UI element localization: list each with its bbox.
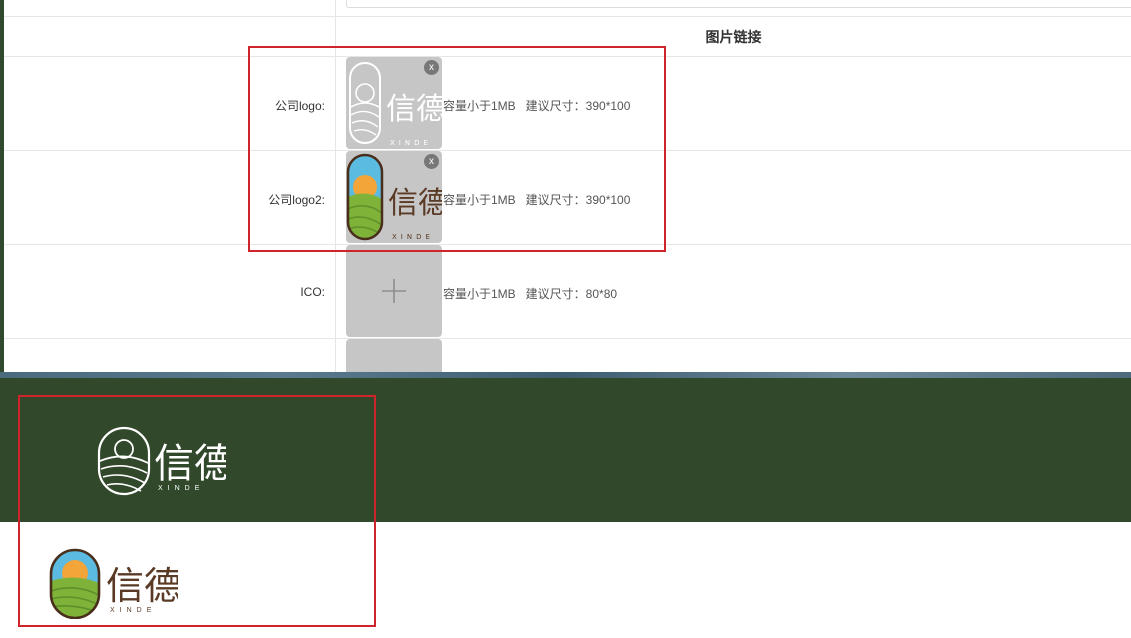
svg-text:XINDE: XINDE xyxy=(392,233,434,241)
ico-label: ICO: xyxy=(300,285,325,299)
company-logo2-thumbnail[interactable]: 信德 XINDE x xyxy=(346,151,442,243)
company-logo-hint: 容量小于1MB 建议尺寸：390*100 xyxy=(443,99,631,113)
svg-text:XINDE: XINDE xyxy=(390,139,432,147)
previous-field-input[interactable] xyxy=(346,0,1131,8)
ico-upload-button[interactable] xyxy=(346,245,442,337)
white-logo-preview: 信德 XINDE xyxy=(96,425,234,502)
svg-text:信德: 信德 xyxy=(154,441,226,487)
ico-hint: 容量小于1MB 建议尺寸：80*80 xyxy=(443,287,618,301)
company-logo-label: 公司logo: xyxy=(274,99,325,113)
remove-logo-button[interactable]: x xyxy=(424,60,439,75)
image-link-header: 图片链接 xyxy=(705,28,762,45)
color-logo-preview: 信德 XINDE xyxy=(48,547,182,624)
row-divider xyxy=(4,244,1131,245)
settings-form: 图片链接 公司logo: 信德 XINDE x 容量小于1MB 建议尺寸：390… xyxy=(0,0,1131,378)
row-divider xyxy=(4,338,1131,339)
company-logo-thumbnail[interactable]: 信德 XINDE x xyxy=(346,57,442,149)
svg-text:信德: 信德 xyxy=(386,92,442,127)
company-logo2-label: 公司logo2: xyxy=(268,193,325,207)
company-logo2-hint: 容量小于1MB 建议尺寸：390*100 xyxy=(443,193,631,207)
row-divider xyxy=(4,56,1131,57)
row-divider xyxy=(4,150,1131,151)
svg-text:信德: 信德 xyxy=(388,186,442,221)
remove-logo2-button[interactable]: x xyxy=(424,154,439,169)
plus-icon xyxy=(382,279,406,303)
svg-text:信德: 信德 xyxy=(106,564,178,608)
color-logo-subtitle: XINDE xyxy=(110,607,157,614)
white-logo-subtitle: XINDE xyxy=(158,485,205,492)
